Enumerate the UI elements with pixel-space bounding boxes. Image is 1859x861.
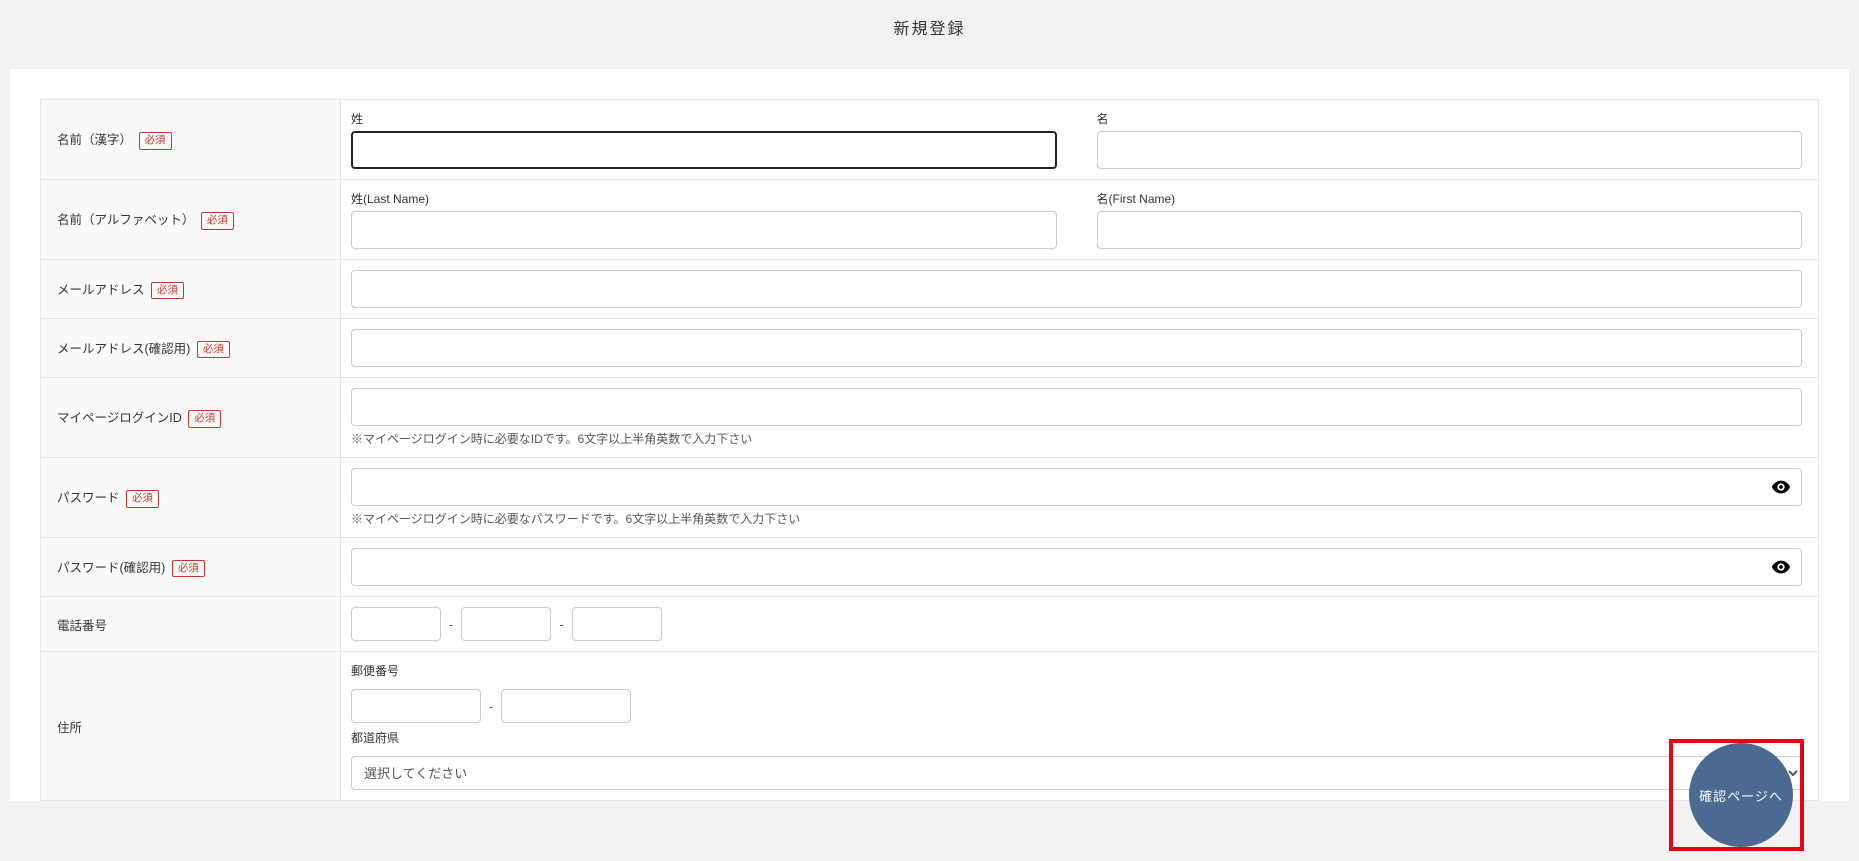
phone-separator: -	[449, 617, 453, 632]
sublabel-mei: 名	[1097, 110, 1803, 127]
required-badge: 必須	[188, 410, 221, 428]
lastname-kanji-input[interactable]	[351, 131, 1057, 169]
row-label-email-confirm: メールアドレス(確認用) 必須	[41, 319, 341, 378]
sublabel-sei: 姓	[351, 110, 1057, 127]
firstname-alpha-input[interactable]	[1097, 211, 1803, 249]
phone-part1-input[interactable]	[351, 607, 441, 641]
eye-icon[interactable]	[1770, 556, 1792, 578]
required-badge: 必須	[126, 490, 159, 508]
row-label-email: メールアドレス 必須	[41, 260, 341, 319]
phone-separator: -	[559, 617, 563, 632]
login-id-help: ※マイページログイン時に必要なIDです。6文字以上半角英数で入力下さい	[351, 430, 1802, 447]
row-label-password-confirm: パスワード(確認用) 必須	[41, 538, 341, 597]
required-badge: 必須	[201, 212, 234, 230]
prefecture-select[interactable]: 選択してください	[351, 756, 1802, 790]
page-title: 新規登録	[0, 0, 1859, 69]
password-help: ※マイページログイン時に必要なパスワードです。6文字以上半角英数で入力下さい	[351, 510, 1802, 527]
form-card: 名前（漢字） 必須 姓 名 名前（アルファベット）	[10, 69, 1849, 801]
row-label-password: パスワード 必須	[41, 458, 341, 538]
required-badge: 必須	[172, 560, 205, 578]
row-label-address: 住所	[41, 652, 341, 801]
phone-part2-input[interactable]	[461, 607, 551, 641]
required-badge: 必須	[197, 341, 230, 359]
sublabel-pref: 都道府県	[351, 729, 1802, 746]
phone-part3-input[interactable]	[572, 607, 662, 641]
required-badge: 必須	[139, 132, 172, 150]
password-input[interactable]	[351, 468, 1802, 506]
zip2-input[interactable]	[501, 689, 631, 723]
firstname-kanji-input[interactable]	[1097, 131, 1803, 169]
sublabel-zip: 郵便番号	[351, 662, 1802, 679]
row-label-name-alpha: 名前（アルファベット） 必須	[41, 180, 341, 260]
email-input[interactable]	[351, 270, 1802, 308]
password-confirm-input[interactable]	[351, 548, 1802, 586]
zip-separator: -	[489, 699, 493, 714]
row-label-login-id: マイページログインID 必須	[41, 378, 341, 458]
login-id-input[interactable]	[351, 388, 1802, 426]
lastname-alpha-input[interactable]	[351, 211, 1057, 249]
row-label-phone: 電話番号	[41, 597, 341, 652]
required-badge: 必須	[151, 282, 184, 300]
registration-form-table: 名前（漢字） 必須 姓 名 名前（アルファベット）	[40, 99, 1819, 801]
row-label-name-kanji: 名前（漢字） 必須	[41, 100, 341, 180]
confirm-page-button[interactable]: 確認ページへ	[1689, 743, 1793, 847]
zip1-input[interactable]	[351, 689, 481, 723]
sublabel-lastname: 姓(Last Name)	[351, 190, 1057, 207]
eye-icon[interactable]	[1770, 476, 1792, 498]
sublabel-firstname: 名(First Name)	[1097, 190, 1803, 207]
email-confirm-input[interactable]	[351, 329, 1802, 367]
